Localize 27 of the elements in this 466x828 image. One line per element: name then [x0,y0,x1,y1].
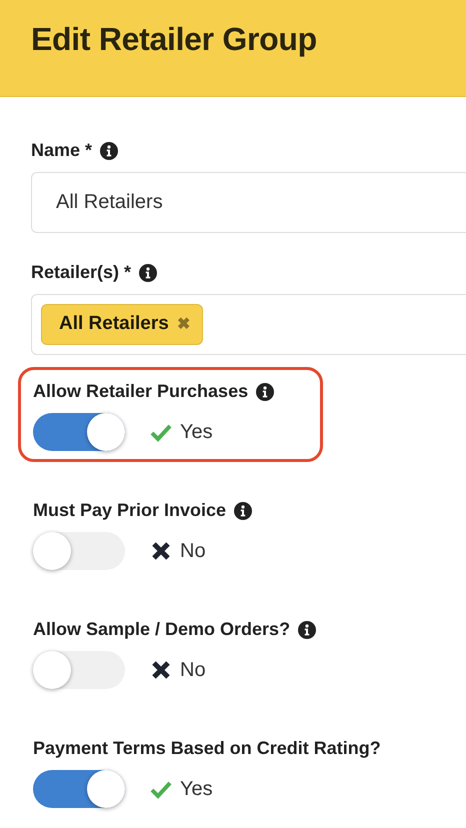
status-text: No [180,539,206,564]
toggle-switch[interactable] [33,770,125,808]
field-label: Allow Sample / Demo Orders? [33,618,290,641]
toggle-switch[interactable] [33,532,125,570]
check-icon [150,779,172,799]
info-icon[interactable] [256,382,274,400]
tag: All Retailers ✖ [41,304,203,345]
x-icon [150,541,172,561]
info-icon[interactable] [139,264,158,282]
field-label: Payment Terms Based on Credit Rating? [33,737,381,760]
field-label: Must Pay Prior Invoice [33,499,226,522]
x-icon [150,660,172,680]
field-label: Allow Retailer Purchases [33,380,248,403]
info-icon[interactable] [100,142,118,160]
field-label: Name * [31,139,92,162]
status-text: No [180,658,206,683]
info-icon[interactable] [298,620,316,638]
tag-input[interactable]: All Retailers ✖ [31,294,466,355]
info-icon[interactable] [234,502,252,520]
text-input[interactable]: All Retailers [31,172,466,233]
check-icon [150,422,172,442]
toggle-switch[interactable] [33,413,125,451]
status-text: Yes [180,777,213,802]
toggle-switch[interactable] [33,651,125,689]
status-text: Yes [180,420,213,445]
page-title: Edit Retailer Group [31,20,318,58]
field-label: Retailer(s) * [31,261,132,284]
